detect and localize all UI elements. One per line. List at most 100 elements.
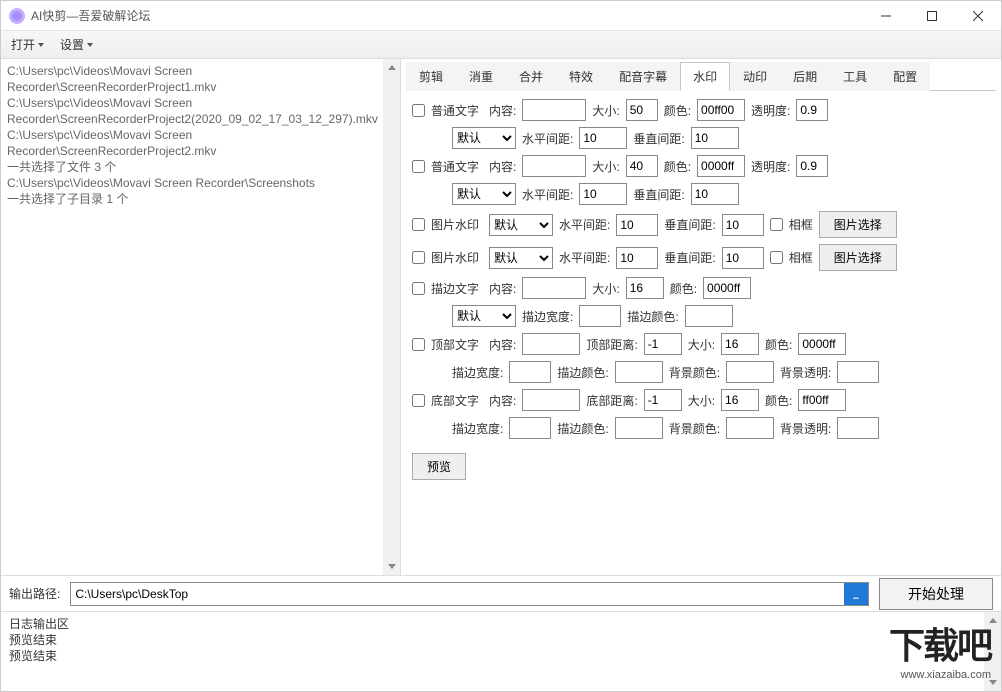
top-color-input[interactable] <box>798 333 846 355</box>
right-panel: 剪辑 消重 合并 特效 配音字幕 水印 动印 后期 工具 配置 普通文字 <box>401 59 1001 575</box>
menu-settings[interactable]: 设置 <box>60 36 93 53</box>
text1-vgap-input[interactable] <box>691 127 739 149</box>
img1-label: 图片水印 <box>431 216 483 233</box>
bottom-color-input[interactable] <box>798 389 846 411</box>
img2-vgap-input[interactable] <box>722 247 764 269</box>
preview-button[interactable]: 预览 <box>412 453 466 480</box>
img2-position-select[interactable]: 默认 <box>489 247 553 269</box>
menubar: 打开 设置 <box>1 31 1001 59</box>
output-label: 输出路径: <box>9 585 60 602</box>
log-content[interactable]: 日志输出区 预览结束 预览结束 <box>1 612 984 691</box>
file-list-pane: C:\Users\pc\Videos\Movavi Screen Recorde… <box>1 59 401 575</box>
tab-tools[interactable]: 工具 <box>830 62 880 91</box>
text2-label: 普通文字 <box>431 158 483 175</box>
bottom-checkbox[interactable] <box>412 394 425 407</box>
img1-select-button[interactable]: 图片选择 <box>819 211 897 238</box>
outline-size-input[interactable] <box>626 277 664 299</box>
text1-position-select[interactable]: 默认 <box>452 127 516 149</box>
output-path-input[interactable] <box>71 583 844 605</box>
scroll-down-button[interactable] <box>383 558 400 575</box>
output-bar: 输出路径: ... 开始处理 <box>1 575 1001 611</box>
top-size-input[interactable] <box>721 333 759 355</box>
bottom-bw-input[interactable] <box>509 417 551 439</box>
top-bc-input[interactable] <box>615 361 663 383</box>
start-button[interactable]: 开始处理 <box>879 578 993 610</box>
menu-open[interactable]: 打开 <box>11 36 44 53</box>
app-icon <box>9 8 25 24</box>
text1-opacity-input[interactable] <box>796 99 828 121</box>
text2-content-input[interactable] <box>522 155 586 177</box>
outline-content-input[interactable] <box>522 277 586 299</box>
chevron-down-icon <box>87 43 93 47</box>
text1-hgap-input[interactable] <box>579 127 627 149</box>
bottom-content-input[interactable] <box>522 389 580 411</box>
maximize-button[interactable] <box>909 1 955 31</box>
top-label: 顶部文字 <box>431 336 483 353</box>
outline-label: 描边文字 <box>431 280 483 297</box>
tab-dub[interactable]: 配音字幕 <box>606 62 680 91</box>
watermark-tab-content: 普通文字 内容: 大小: 颜色: 透明度: 默认 水平间距: <box>406 91 996 573</box>
img2-frame-checkbox[interactable] <box>770 251 783 264</box>
close-button[interactable] <box>955 1 1001 31</box>
bottom-bgo-input[interactable] <box>837 417 879 439</box>
minimize-button[interactable] <box>863 1 909 31</box>
outline-color-input[interactable] <box>703 277 751 299</box>
text2-position-select[interactable]: 默认 <box>452 183 516 205</box>
text1-label: 普通文字 <box>431 102 483 119</box>
scroll-up-button[interactable] <box>984 612 1001 629</box>
tab-post[interactable]: 后期 <box>780 62 830 91</box>
bottom-size-input[interactable] <box>721 389 759 411</box>
text2-vgap-input[interactable] <box>691 183 739 205</box>
img2-select-button[interactable]: 图片选择 <box>819 244 897 271</box>
text1-color-input[interactable] <box>697 99 745 121</box>
text2-opacity-input[interactable] <box>796 155 828 177</box>
scroll-up-button[interactable] <box>383 59 400 76</box>
img1-hgap-input[interactable] <box>616 214 658 236</box>
top-checkbox[interactable] <box>412 338 425 351</box>
tab-dyn[interactable]: 动印 <box>730 62 780 91</box>
tab-watermark[interactable]: 水印 <box>680 62 730 91</box>
outline-bc-input[interactable] <box>685 305 733 327</box>
img1-checkbox[interactable] <box>412 218 425 231</box>
text2-hgap-input[interactable] <box>579 183 627 205</box>
text2-checkbox[interactable] <box>412 160 425 173</box>
top-bg-input[interactable] <box>726 361 774 383</box>
bottom-bc-input[interactable] <box>615 417 663 439</box>
img1-vgap-input[interactable] <box>722 214 764 236</box>
img2-hgap-input[interactable] <box>616 247 658 269</box>
outline-checkbox[interactable] <box>412 282 425 295</box>
tab-remove[interactable]: 消重 <box>456 62 506 91</box>
outline-position-select[interactable]: 默认 <box>452 305 516 327</box>
text1-checkbox[interactable] <box>412 104 425 117</box>
tab-merge[interactable]: 合并 <box>506 62 556 91</box>
img1-position-select[interactable]: 默认 <box>489 214 553 236</box>
img2-checkbox[interactable] <box>412 251 425 264</box>
top-content-input[interactable] <box>522 333 580 355</box>
log-scrollbar[interactable] <box>984 612 1001 691</box>
chevron-down-icon <box>38 43 44 47</box>
top-bgo-input[interactable] <box>837 361 879 383</box>
text2-color-input[interactable] <box>697 155 745 177</box>
tab-bar: 剪辑 消重 合并 特效 配音字幕 水印 动印 后期 工具 配置 <box>406 61 996 91</box>
top-dist-input[interactable] <box>644 333 682 355</box>
text1-size-input[interactable] <box>626 99 658 121</box>
tab-config[interactable]: 配置 <box>880 62 930 91</box>
window-title: AI快剪—吾爱破解论坛 <box>31 7 863 24</box>
bottom-dist-input[interactable] <box>644 389 682 411</box>
text2-size-input[interactable] <box>626 155 658 177</box>
outline-bw-input[interactable] <box>579 305 621 327</box>
scroll-down-button[interactable] <box>984 674 1001 691</box>
left-scrollbar[interactable] <box>383 59 400 575</box>
img2-label: 图片水印 <box>431 249 483 266</box>
img1-frame-checkbox[interactable] <box>770 218 783 231</box>
browse-button[interactable]: ... <box>844 583 868 605</box>
titlebar: AI快剪—吾爱破解论坛 <box>1 1 1001 31</box>
tab-effects[interactable]: 特效 <box>556 62 606 91</box>
bottom-label: 底部文字 <box>431 392 483 409</box>
top-bw-input[interactable] <box>509 361 551 383</box>
bottom-bg-input[interactable] <box>726 417 774 439</box>
text1-content-input[interactable] <box>522 99 586 121</box>
tab-clip[interactable]: 剪辑 <box>406 62 456 91</box>
file-list[interactable]: C:\Users\pc\Videos\Movavi Screen Recorde… <box>1 59 383 575</box>
log-pane: 日志输出区 预览结束 预览结束 <box>1 611 1001 691</box>
